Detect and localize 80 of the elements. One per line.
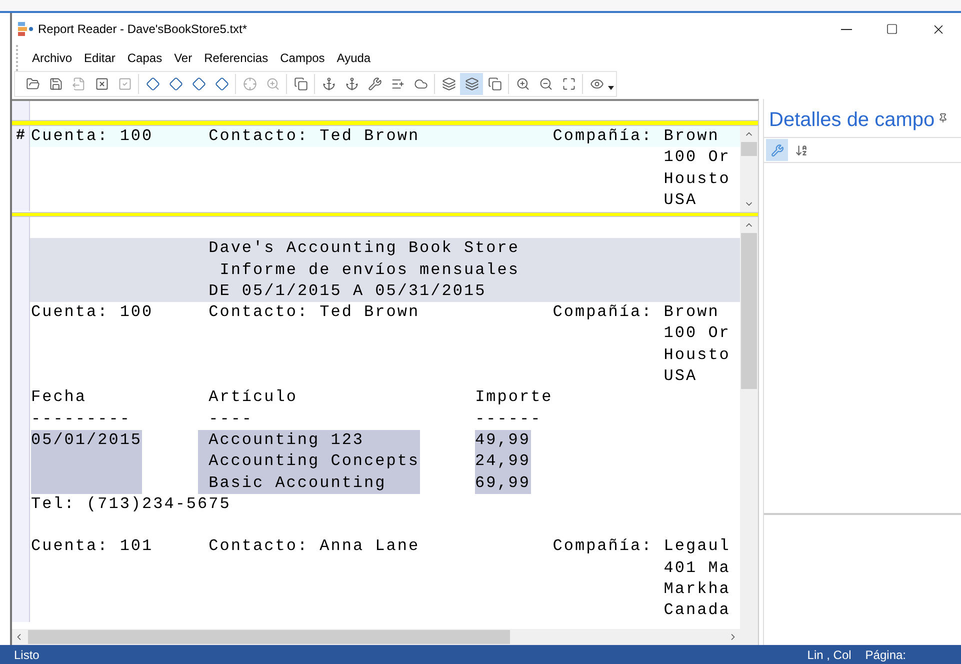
document-icon [72,77,86,91]
folder-icon [26,77,40,91]
diamond-icon [146,77,160,91]
diamond-icon [214,77,228,91]
item-text: 49,99 [475,430,530,452]
item-text: Accounting Concepts [198,451,420,473]
line-gutter [12,217,30,238]
zoom-fit-icon [562,77,576,91]
report-text: --------- ---- ------ [31,408,542,430]
page-indicator: Página: [865,646,906,664]
diamond-icon [168,77,182,91]
line-gutter [12,101,30,120]
report-text: USA [662,366,698,388]
report-text: Fecha Artículo Importe [31,387,553,408]
report-text: 401 Ma [662,558,730,579]
anchor-icon [322,77,336,91]
item-text: Accounting 123 [198,430,420,452]
report-text: Housto [662,168,730,190]
sort-alpha-icon [794,144,808,156]
wrench-icon [368,77,382,91]
report-text: Cuenta: 100 Contacto: Ted Brown Compañía: Brown [31,302,720,324]
line-gutter [12,600,30,622]
anchor-icon [344,77,358,91]
report-text: Markha [662,579,730,600]
crosshair-icon [242,77,256,91]
wrench-icon [770,144,784,156]
window-title: Report Reader - Dave'sBookStore5.txt* [38,21,248,38]
menu-item[interactable]: Capas [121,49,168,67]
scrollbar-thumb[interactable] [741,142,757,156]
dropdown-caret-icon[interactable] [608,86,614,90]
eye-icon [590,77,604,91]
menu-item[interactable]: Referencias [198,49,274,67]
cloud-icon [414,77,428,91]
report-text: Canada [662,600,730,622]
maximize-icon [886,23,898,35]
scrollbar-thumb[interactable] [741,233,757,389]
status-message: Listo [14,646,40,664]
copy-icon [488,77,502,91]
checkbox-icon [118,77,132,91]
horizontal-scrollbar[interactable] [12,629,758,645]
report-text: USA [662,190,698,211]
zoom-in-icon [516,77,530,91]
list-add-icon [390,77,404,91]
report-text: 100 Or [662,323,730,344]
pin-icon[interactable] [938,113,948,123]
layers-icon [464,77,478,91]
report-text: Cuenta: 101 Contacto: Anna Lane Compañía: Legaul [31,536,730,558]
line-gutter [12,190,30,212]
menu-item[interactable]: Ayuda [330,49,377,67]
vertical-scrollbar[interactable] [740,126,758,212]
cursor-position: Lin , Col [807,646,852,664]
vertical-scrollbar[interactable] [740,217,758,629]
layers-icon [442,77,456,91]
current-line-marker: # [16,126,25,146]
item-text: 69,99 [475,472,530,494]
scrollbar-thumb[interactable] [28,630,510,644]
item-text: 05/01/2015 [31,430,142,452]
save-icon [48,77,62,91]
report-text: Tel: (713)234-5675 [31,494,231,515]
report-text: Cuenta: 100 Contacto: Ted Brown Compañía: Brown [31,126,720,147]
item-text: 24,99 [475,451,530,473]
menu-item[interactable]: Ver [168,49,198,67]
report-text: DE 05/1/2015 A 05/31/2015 [208,280,486,302]
menu-item[interactable]: Archivo [26,49,78,67]
diamond-icon [192,77,206,91]
zoom-out-icon [538,77,552,91]
report-text: Informe de envíos mensuales [218,260,520,281]
menu-item[interactable]: Campos [274,49,331,67]
toolbar-button[interactable] [460,73,483,95]
app-logo-icon [18,22,34,36]
copy-icon [294,77,308,91]
panel-title: Detalles de campo [769,108,935,133]
report-text: 100 Or [662,147,730,168]
delete-icon [94,77,108,91]
report-text: Housto [662,344,730,366]
report-text: Dave's Accounting Book Store [208,238,520,260]
menu-item[interactable]: Editar [78,49,122,67]
search-icon [266,77,280,91]
item-text: Basic Accounting [198,472,420,494]
minimize-icon [840,28,852,30]
